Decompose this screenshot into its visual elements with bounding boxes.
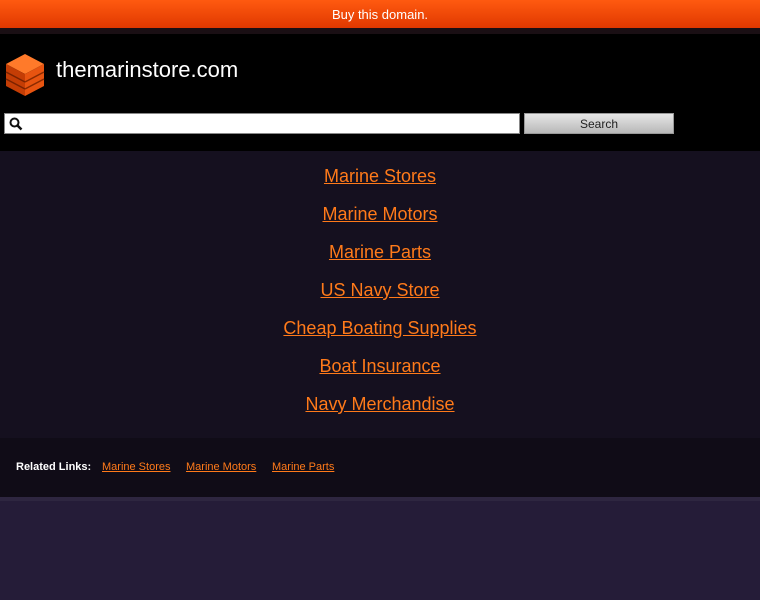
list-item: US Navy Store: [0, 275, 760, 313]
search-button[interactable]: Search: [524, 113, 674, 134]
link-marine-motors[interactable]: Marine Motors: [322, 204, 437, 224]
link-boat-insurance[interactable]: Boat Insurance: [319, 356, 440, 376]
page-footer: [0, 501, 760, 600]
related-link-marine-parts[interactable]: Marine Parts: [272, 461, 334, 473]
related-links-bar: Related Links: Marine Stores Marine Moto…: [0, 438, 760, 497]
link-navy-merchandise[interactable]: Navy Merchandise: [305, 394, 454, 414]
list-item: Marine Motors: [0, 199, 760, 237]
link-us-navy-store[interactable]: US Navy Store: [320, 280, 439, 300]
logo-cube-icon: [5, 54, 45, 96]
list-item: Navy Merchandise: [0, 389, 760, 427]
link-cheap-boating-supplies[interactable]: Cheap Boating Supplies: [283, 318, 476, 338]
site-name: themarinstore.com: [56, 57, 239, 82]
link-marine-stores[interactable]: Marine Stores: [324, 166, 436, 186]
search-box[interactable]: [4, 113, 520, 134]
main-links-panel: Marine Stores Marine Motors Marine Parts…: [0, 151, 760, 438]
link-marine-parts[interactable]: Marine Parts: [329, 242, 431, 262]
list-item: Marine Parts: [0, 237, 760, 275]
link-list: Marine Stores Marine Motors Marine Parts…: [0, 161, 760, 427]
list-item: Marine Stores: [0, 161, 760, 199]
list-item: Cheap Boating Supplies: [0, 313, 760, 351]
list-item: Boat Insurance: [0, 351, 760, 389]
related-links-label: Related Links:: [16, 461, 92, 473]
site-header: themarinstore.com Search: [0, 34, 760, 151]
related-link-marine-motors[interactable]: Marine Motors: [186, 461, 256, 473]
buy-domain-link[interactable]: Buy this domain.: [332, 7, 428, 22]
search-icon: [9, 117, 23, 131]
buy-domain-bar: Buy this domain.: [0, 0, 760, 28]
search-input[interactable]: [25, 115, 515, 132]
related-link-marine-stores[interactable]: Marine Stores: [102, 461, 170, 473]
